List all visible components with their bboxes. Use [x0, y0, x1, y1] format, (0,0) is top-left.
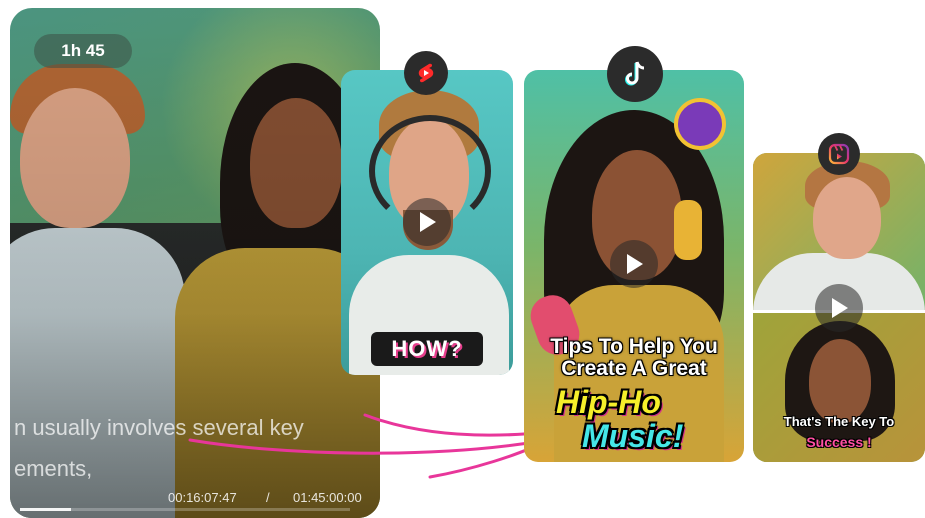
how-caption-badge: HOW?	[371, 332, 483, 366]
how-caption: HOW?	[391, 336, 463, 361]
play-icon	[627, 254, 643, 274]
play-icon	[420, 212, 436, 232]
woman-face	[809, 339, 871, 423]
instagram-caption-line-1: That's The Key To	[783, 414, 895, 429]
play-icon	[832, 298, 848, 318]
instagram-caption-line-2: Success !	[806, 434, 872, 450]
instagram-reels-icon	[818, 133, 860, 175]
man-face	[813, 177, 881, 259]
tiktok-caption-line-1: Tips To Help You	[550, 335, 718, 358]
play-button[interactable]	[403, 198, 451, 246]
vinyl-sticker	[674, 98, 726, 150]
tiktok-caption-hip-hop: Hip-Ho	[556, 384, 661, 420]
headphone-cup	[674, 200, 702, 260]
play-button[interactable]	[815, 284, 863, 332]
play-button[interactable]	[610, 240, 658, 288]
youtube-shorts-icon	[404, 51, 448, 95]
arrow-to-clip-upper	[363, 413, 550, 437]
arrow-to-clip-lower	[188, 438, 550, 455]
tiktok-icon	[607, 46, 663, 102]
tiktok-caption-music: Music!	[582, 418, 684, 454]
tiktok-caption-line-2: Create A Great	[561, 357, 707, 380]
